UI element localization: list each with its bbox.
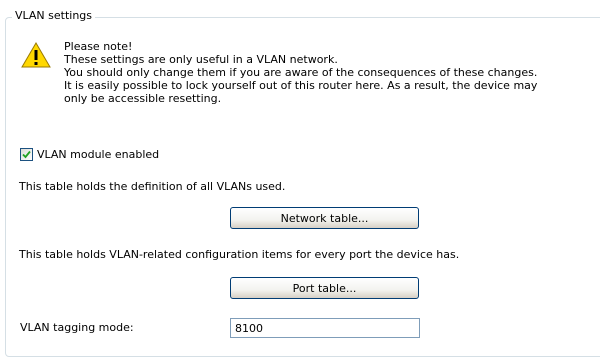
check-mark-icon [22, 150, 31, 158]
note-line: only be accessible resetting. [64, 92, 222, 105]
note-line: These settings are only useful in a VLAN… [64, 53, 338, 66]
network-table-description: This table holds the definition of all V… [19, 180, 286, 193]
port-table-description: This table holds VLAN-related configurat… [19, 248, 460, 261]
vlan-tagging-mode-label: VLAN tagging mode: [20, 321, 134, 334]
vlan-module-label: VLAN module enabled [37, 147, 160, 161]
note-text: Please note! These settings are only use… [64, 40, 537, 105]
group-title: VLAN settings [12, 9, 96, 23]
vlan-module-checkbox[interactable] [20, 147, 33, 161]
port-table-button[interactable]: Port table... [230, 277, 419, 299]
network-table-button[interactable]: Network table... [230, 207, 419, 229]
warning-icon [21, 42, 51, 68]
vlan-module-checkbox-row[interactable]: VLAN module enabled [20, 147, 159, 161]
vlan-tagging-mode-input[interactable] [230, 318, 420, 338]
note-line: It is easily possible to lock yourself o… [64, 79, 538, 92]
note-line: Please note! [64, 40, 133, 53]
note-line: You should only change them if you are a… [64, 66, 538, 79]
